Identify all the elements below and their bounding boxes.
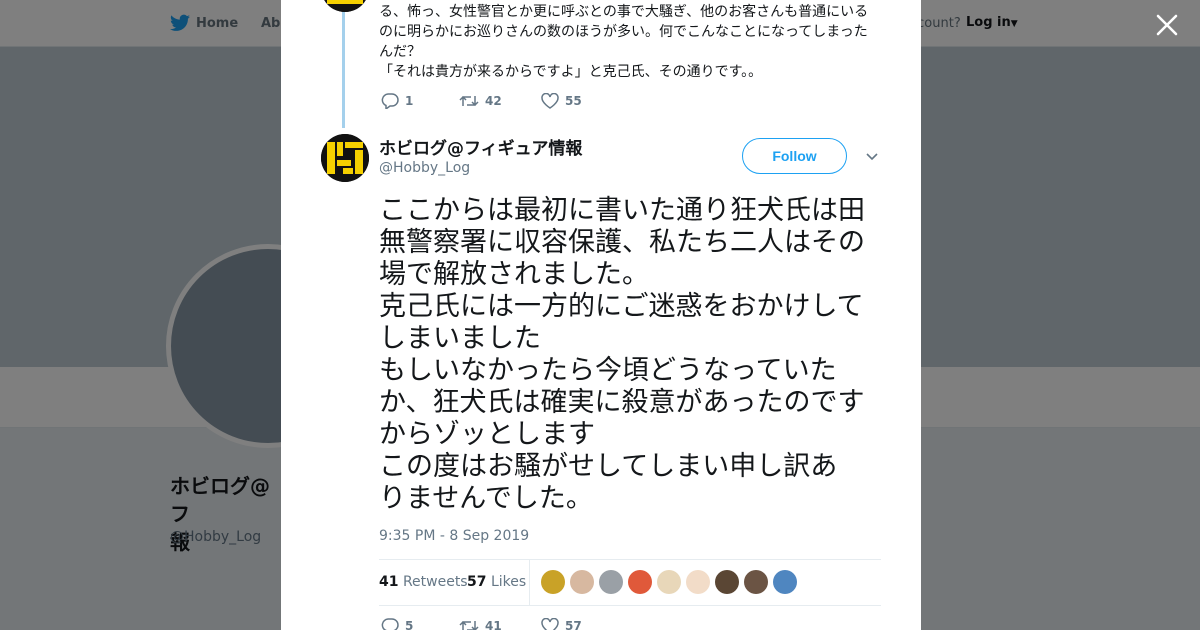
tweet-text-line: この度はお騒がせしてしまい申し訳あ [379,451,838,482]
tweet-actions: 5 41 57 [381,618,582,630]
liker-avatar[interactable] [599,570,623,594]
previous-tweet-line: んだ？ [379,44,421,60]
liker-avatar[interactable] [773,570,797,594]
liker-avatar[interactable] [744,570,768,594]
retweets-stat[interactable]: 41 Retweets [379,574,468,590]
stats-divider-vertical [529,560,530,605]
tweet-text-line: からゾッとします [379,419,595,450]
likes-stat[interactable]: 57 Likes [467,574,526,590]
tweet-text: ここからは最初に書いた通り狂犬氏は田 無警察署に収容保護、私たち二人はその 場で… [379,195,889,515]
tweet-author-handle[interactable]: @Hobby_Log [379,160,470,176]
liker-avatar[interactable] [657,570,681,594]
tweet-text-line: か、狂犬氏は確実に殺意があったのです [379,387,865,418]
retweet-button[interactable]: 41 [459,618,541,630]
previous-tweet-avatar[interactable] [321,0,369,12]
retweet-button[interactable]: 42 [459,93,541,109]
reply-icon [381,618,399,630]
like-icon [541,93,559,109]
tweet-timestamp[interactable]: 9:35 PM - 8 Sep 2019 [379,528,529,544]
retweet-count: 41 [485,619,502,630]
reply-count: 1 [405,94,414,108]
thread-line [342,12,345,128]
tweet-text-line: しまいました [379,323,541,354]
hobby-log-logo-icon [321,134,369,182]
like-count: 55 [565,94,582,108]
like-count: 57 [565,619,582,630]
previous-tweet-line: のに明らかにお巡りさんの数のほうが多い。何でこんなことになってしまった [379,24,868,40]
previous-tweet-text: る、怖っ、女性警官とか更に呼ぶとの事で大騒ぎ、他のお客さんも普通にいる のに明ら… [379,2,879,82]
retweets-number: 41 [379,574,399,590]
liker-avatar[interactable] [686,570,710,594]
retweet-count: 42 [485,94,502,108]
retweets-label: Retweets [402,574,468,590]
reply-icon [381,93,399,109]
tweet-author-avatar[interactable] [321,134,369,182]
like-button[interactable]: 57 [541,618,582,630]
tweet-text-line: 克己氏には一方的にご迷惑をおかけして [379,291,864,322]
retweet-icon [459,620,479,630]
stats-divider-top [379,559,881,560]
reply-button[interactable]: 5 [381,618,459,630]
tweet-text-line: 無警察署に収容保護、私たち二人はその [379,227,865,258]
liker-avatar[interactable] [541,570,565,594]
previous-tweet-actions: 1 42 55 [381,93,582,109]
liker-avatar[interactable] [570,570,594,594]
likes-number: 57 [467,574,487,590]
retweet-icon [459,95,479,107]
liker-avatars [541,570,797,594]
reply-count: 5 [405,619,414,630]
previous-tweet-line: る、怖っ、女性警官とか更に呼ぶとの事で大騒ぎ、他のお客さんも普通にいる [379,4,869,20]
liker-avatar[interactable] [628,570,652,594]
tweet-text-line: りませんでした。 [379,483,593,514]
liker-avatar[interactable] [715,570,739,594]
likes-label: Likes [490,574,527,590]
tweet-text-line: ここからは最初に書いた通り狂犬氏は田 [379,195,865,226]
like-button[interactable]: 55 [541,93,582,109]
follow-button[interactable]: Follow [742,138,847,174]
tweet-modal: る、怖っ、女性警官とか更に呼ぶとの事で大騒ぎ、他のお客さんも普通にいる のに明ら… [281,0,921,630]
like-icon [541,618,559,630]
stats-divider-bottom [379,605,881,606]
tweet-text-line: もしいなかったら今頃どうなっていた [379,355,837,386]
tweet-author-name[interactable]: ホビログ@フィギュア情報 [379,134,582,159]
chevron-down-icon[interactable] [865,151,879,163]
reply-button[interactable]: 1 [381,93,459,109]
tweet-text-line: 場で解放されました。 [379,259,649,290]
close-icon[interactable] [1154,12,1180,38]
previous-tweet-line: 「それは貴方が来るからですよ」と克己氏、その通りです。。 [379,64,763,80]
hobby-log-logo-icon [321,0,369,12]
